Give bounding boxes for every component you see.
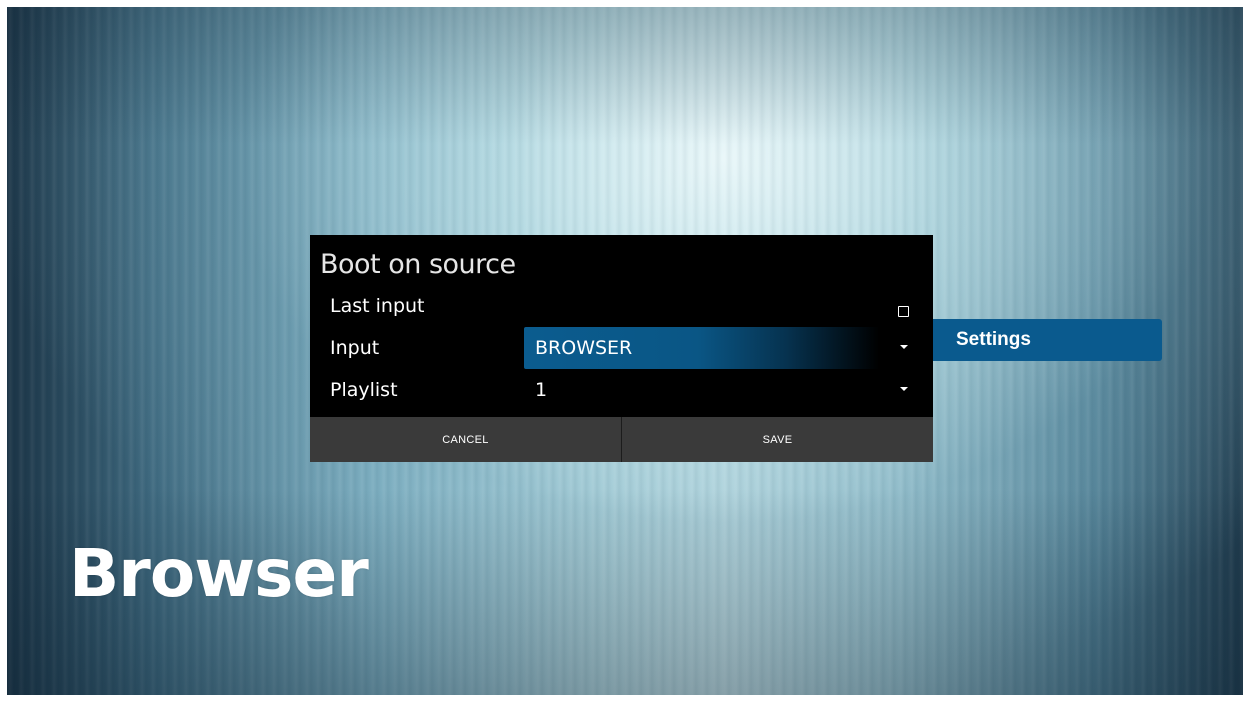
- caret-down-icon: [900, 345, 908, 349]
- playlist-label: Playlist: [330, 379, 398, 401]
- dialog-title: Boot on source: [320, 249, 516, 280]
- playlist-dropdown-value: 1: [535, 379, 548, 401]
- dialog-button-bar: CANCEL SAVE: [310, 417, 933, 462]
- last-input-checkbox[interactable]: [898, 306, 909, 317]
- boot-on-source-dialog: Boot on source Last input Input BROWSER …: [310, 235, 933, 462]
- input-dropdown-value: BROWSER: [535, 337, 633, 359]
- input-dropdown[interactable]: BROWSER: [524, 327, 910, 369]
- last-input-label: Last input: [330, 295, 425, 317]
- caret-down-icon: [900, 387, 908, 391]
- playlist-dropdown[interactable]: 1: [524, 369, 910, 411]
- screen-title: Browser: [69, 535, 369, 612]
- settings-tab[interactable]: Settings: [933, 319, 1162, 361]
- cancel-button[interactable]: CANCEL: [310, 417, 621, 462]
- settings-tab-label: Settings: [956, 329, 1031, 350]
- save-button[interactable]: SAVE: [622, 417, 933, 462]
- input-label: Input: [330, 337, 380, 359]
